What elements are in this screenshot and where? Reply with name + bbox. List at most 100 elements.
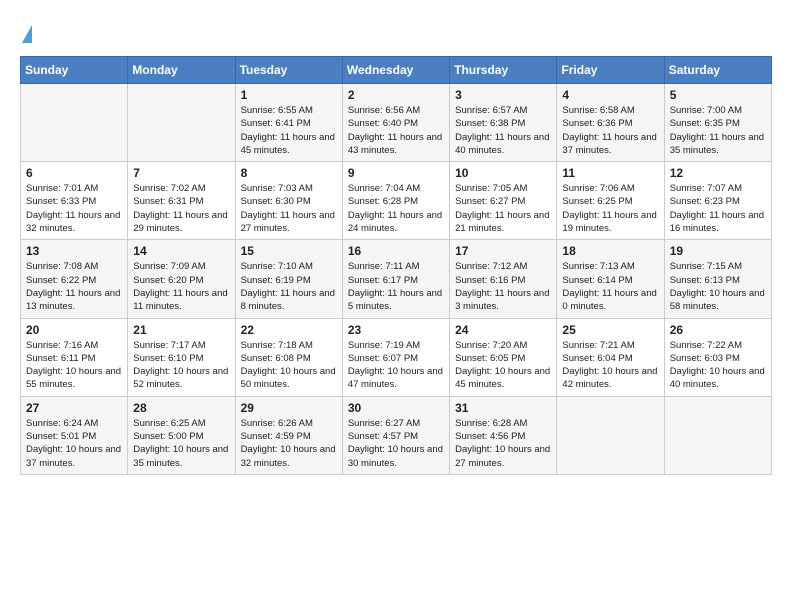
calendar-cell: 24 Sunrise: 7:20 AM Sunset: 6:05 PM Dayli… — [450, 318, 557, 396]
day-number: 8 — [241, 166, 337, 180]
day-info: Sunrise: 7:00 AM Sunset: 6:35 PM Dayligh… — [670, 104, 766, 157]
weekday-header-wednesday: Wednesday — [342, 57, 449, 84]
day-number: 25 — [562, 323, 658, 337]
weekday-header-row: SundayMondayTuesdayWednesdayThursdayFrid… — [21, 57, 772, 84]
day-info: Sunrise: 7:04 AM Sunset: 6:28 PM Dayligh… — [348, 182, 444, 235]
day-number: 13 — [26, 244, 122, 258]
calendar-cell: 19 Sunrise: 7:15 AM Sunset: 6:13 PM Dayli… — [664, 240, 771, 318]
weekday-header-thursday: Thursday — [450, 57, 557, 84]
week-row-2: 6 Sunrise: 7:01 AM Sunset: 6:33 PM Daylig… — [21, 162, 772, 240]
day-number: 27 — [26, 401, 122, 415]
day-info: Sunrise: 6:27 AM Sunset: 4:57 PM Dayligh… — [348, 417, 444, 470]
day-number: 31 — [455, 401, 551, 415]
day-info: Sunrise: 7:15 AM Sunset: 6:13 PM Dayligh… — [670, 260, 766, 313]
week-row-3: 13 Sunrise: 7:08 AM Sunset: 6:22 PM Dayli… — [21, 240, 772, 318]
calendar-cell: 8 Sunrise: 7:03 AM Sunset: 6:30 PM Daylig… — [235, 162, 342, 240]
day-number: 1 — [241, 88, 337, 102]
day-number: 20 — [26, 323, 122, 337]
day-number: 26 — [670, 323, 766, 337]
calendar-cell: 25 Sunrise: 7:21 AM Sunset: 6:04 PM Dayli… — [557, 318, 664, 396]
day-info: Sunrise: 7:20 AM Sunset: 6:05 PM Dayligh… — [455, 339, 551, 392]
day-info: Sunrise: 7:12 AM Sunset: 6:16 PM Dayligh… — [455, 260, 551, 313]
day-number: 30 — [348, 401, 444, 415]
weekday-header-saturday: Saturday — [664, 57, 771, 84]
calendar-cell: 27Sunrise: 6:24 AM Sunset: 5:01 PM Dayli… — [21, 396, 128, 474]
logo — [20, 20, 32, 46]
day-info: Sunrise: 7:02 AM Sunset: 6:31 PM Dayligh… — [133, 182, 229, 235]
calendar-cell: 18Sunrise: 7:13 AM Sunset: 6:14 PM Dayli… — [557, 240, 664, 318]
calendar-cell: 3 Sunrise: 6:57 AM Sunset: 6:38 PM Daylig… — [450, 84, 557, 162]
day-info: Sunrise: 7:08 AM Sunset: 6:22 PM Dayligh… — [26, 260, 122, 313]
calendar-table: SundayMondayTuesdayWednesdayThursdayFrid… — [20, 56, 772, 475]
day-info: Sunrise: 7:05 AM Sunset: 6:27 PM Dayligh… — [455, 182, 551, 235]
day-number: 14 — [133, 244, 229, 258]
day-number: 6 — [26, 166, 122, 180]
calendar-cell: 15 Sunrise: 7:10 AM Sunset: 6:19 PM Dayli… — [235, 240, 342, 318]
page-header — [20, 20, 772, 46]
day-info: Sunrise: 7:18 AM Sunset: 6:08 PM Dayligh… — [241, 339, 337, 392]
day-number: 28 — [133, 401, 229, 415]
day-number: 3 — [455, 88, 551, 102]
calendar-cell: 16 Sunrise: 7:11 AM Sunset: 6:17 PM Dayli… — [342, 240, 449, 318]
day-info: Sunrise: 6:57 AM Sunset: 6:38 PM Dayligh… — [455, 104, 551, 157]
day-info: Sunrise: 7:11 AM Sunset: 6:17 PM Dayligh… — [348, 260, 444, 313]
day-info: Sunrise: 6:55 AM Sunset: 6:41 PM Dayligh… — [241, 104, 337, 157]
calendar-cell: 6 Sunrise: 7:01 AM Sunset: 6:33 PM Daylig… — [21, 162, 128, 240]
day-number: 22 — [241, 323, 337, 337]
day-number: 11 — [562, 166, 658, 180]
day-number: 7 — [133, 166, 229, 180]
day-number: 12 — [670, 166, 766, 180]
day-number: 5 — [670, 88, 766, 102]
day-number: 17 — [455, 244, 551, 258]
calendar-cell — [21, 84, 128, 162]
day-info: Sunrise: 7:10 AM Sunset: 6:19 PM Dayligh… — [241, 260, 337, 313]
day-info: Sunrise: 7:09 AM Sunset: 6:20 PM Dayligh… — [133, 260, 229, 313]
calendar-cell: 1 Sunrise: 6:55 AM Sunset: 6:41 PM Daylig… — [235, 84, 342, 162]
day-info: Sunrise: 7:03 AM Sunset: 6:30 PM Dayligh… — [241, 182, 337, 235]
week-row-1: 1 Sunrise: 6:55 AM Sunset: 6:41 PM Daylig… — [21, 84, 772, 162]
day-info: Sunrise: 7:21 AM Sunset: 6:04 PM Dayligh… — [562, 339, 658, 392]
day-info: Sunrise: 6:25 AM Sunset: 5:00 PM Dayligh… — [133, 417, 229, 470]
calendar-cell: 17 Sunrise: 7:12 AM Sunset: 6:16 PM Dayli… — [450, 240, 557, 318]
calendar-cell: 22 Sunrise: 7:18 AM Sunset: 6:08 PM Dayli… — [235, 318, 342, 396]
day-number: 9 — [348, 166, 444, 180]
calendar-cell: 13 Sunrise: 7:08 AM Sunset: 6:22 PM Dayli… — [21, 240, 128, 318]
day-number: 2 — [348, 88, 444, 102]
day-number: 18 — [562, 244, 658, 258]
weekday-header-tuesday: Tuesday — [235, 57, 342, 84]
day-number: 23 — [348, 323, 444, 337]
weekday-header-monday: Monday — [128, 57, 235, 84]
day-number: 21 — [133, 323, 229, 337]
day-number: 19 — [670, 244, 766, 258]
calendar-cell: 28 Sunrise: 6:25 AM Sunset: 5:00 PM Dayli… — [128, 396, 235, 474]
calendar-cell: 4Sunrise: 6:58 AM Sunset: 6:36 PM Daylig… — [557, 84, 664, 162]
day-info: Sunrise: 6:26 AM Sunset: 4:59 PM Dayligh… — [241, 417, 337, 470]
week-row-5: 27Sunrise: 6:24 AM Sunset: 5:01 PM Dayli… — [21, 396, 772, 474]
day-info: Sunrise: 7:19 AM Sunset: 6:07 PM Dayligh… — [348, 339, 444, 392]
calendar-cell: 30 Sunrise: 6:27 AM Sunset: 4:57 PM Dayli… — [342, 396, 449, 474]
day-info: Sunrise: 6:28 AM Sunset: 4:56 PM Dayligh… — [455, 417, 551, 470]
day-number: 15 — [241, 244, 337, 258]
day-number: 10 — [455, 166, 551, 180]
calendar-cell — [664, 396, 771, 474]
calendar-cell: 9 Sunrise: 7:04 AM Sunset: 6:28 PM Daylig… — [342, 162, 449, 240]
calendar-cell: 2Sunrise: 6:56 AM Sunset: 6:40 PM Daylig… — [342, 84, 449, 162]
logo-text — [20, 20, 32, 46]
day-info: Sunrise: 7:17 AM Sunset: 6:10 PM Dayligh… — [133, 339, 229, 392]
calendar-cell: 5 Sunrise: 7:00 AM Sunset: 6:35 PM Daylig… — [664, 84, 771, 162]
calendar-cell: 10 Sunrise: 7:05 AM Sunset: 6:27 PM Dayli… — [450, 162, 557, 240]
day-info: Sunrise: 7:22 AM Sunset: 6:03 PM Dayligh… — [670, 339, 766, 392]
weekday-header-sunday: Sunday — [21, 57, 128, 84]
calendar-body: 1 Sunrise: 6:55 AM Sunset: 6:41 PM Daylig… — [21, 84, 772, 475]
day-info: Sunrise: 7:01 AM Sunset: 6:33 PM Dayligh… — [26, 182, 122, 235]
day-info: Sunrise: 7:07 AM Sunset: 6:23 PM Dayligh… — [670, 182, 766, 235]
calendar-cell: 29Sunrise: 6:26 AM Sunset: 4:59 PM Dayli… — [235, 396, 342, 474]
day-number: 16 — [348, 244, 444, 258]
calendar-cell: 20Sunrise: 7:16 AM Sunset: 6:11 PM Dayli… — [21, 318, 128, 396]
day-number: 24 — [455, 323, 551, 337]
calendar-cell — [557, 396, 664, 474]
calendar-cell: 7 Sunrise: 7:02 AM Sunset: 6:31 PM Daylig… — [128, 162, 235, 240]
calendar-cell: 31 Sunrise: 6:28 AM Sunset: 4:56 PM Dayli… — [450, 396, 557, 474]
calendar-cell: 11Sunrise: 7:06 AM Sunset: 6:25 PM Dayli… — [557, 162, 664, 240]
weekday-header-friday: Friday — [557, 57, 664, 84]
